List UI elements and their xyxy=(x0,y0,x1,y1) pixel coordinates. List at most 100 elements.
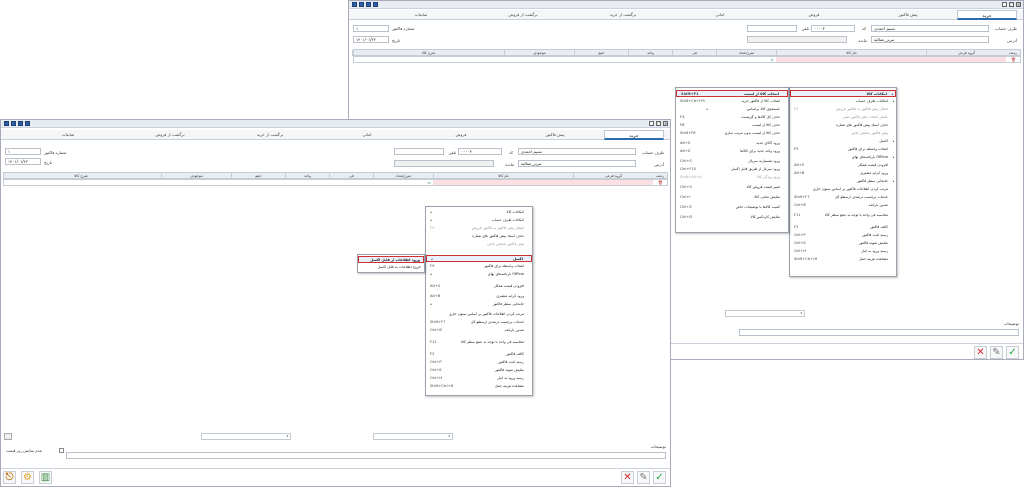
menu-item[interactable]: رسید ورود به انبار Ctrl+H xyxy=(426,375,532,382)
menu-item[interactable]: ورود گالای جدید Alt+S xyxy=(676,140,788,147)
table-row[interactable]: 🗑 ⇔ xyxy=(353,56,1021,63)
delete-row-icon[interactable]: 🗑 xyxy=(1011,57,1016,62)
menu-item[interactable]: محاسبه فی واحد با توجه به جمع سطر کالا F1… xyxy=(426,339,532,346)
menu-item[interactable]: محاسبه فی واحد با توجه به جمع سطر کالا F1… xyxy=(790,212,896,219)
dropdown[interactable]: ▾ xyxy=(201,433,291,440)
menu-item[interactable]: انتخاب واسطه برای فاکتور F9 xyxy=(426,263,532,270)
app-icon[interactable] xyxy=(11,121,16,126)
menu-item[interactable]: صدور بارنامه Ctrl+B xyxy=(426,327,532,334)
menu-item[interactable]: حذف اسناد پیش فاکتور های شناره xyxy=(790,122,896,129)
maximize-button[interactable]: □ xyxy=(1009,2,1014,7)
menu-item[interactable]: بارنامه‌های بهای Offline ◂ xyxy=(426,271,532,278)
close-button[interactable]: × xyxy=(1016,2,1021,7)
invoice-number-input[interactable]: ۱ xyxy=(5,148,41,155)
menu-item[interactable]: جابجایی سطر فاکتور ◂ xyxy=(790,178,896,185)
menu-item[interactable]: مرتب کردن اطلاعات فاکتور بر اساس ستون جا… xyxy=(426,311,532,318)
minimize-button[interactable]: _ xyxy=(649,121,654,126)
menu-item[interactable]: مشاهده هزینه حمل Shift+Ctrl+H xyxy=(790,256,896,263)
phone-input[interactable] xyxy=(747,25,797,32)
account-input[interactable]: نسیم احمدی xyxy=(518,148,636,155)
exit-icon[interactable]: ⎋ xyxy=(3,471,16,484)
app-icon[interactable] xyxy=(4,121,9,126)
tab-sale-return[interactable]: برگشت از فروش xyxy=(122,130,218,140)
menu-item[interactable]: جستجوی کالا براساس ◂ xyxy=(676,106,788,113)
link-icon[interactable]: ⇔ xyxy=(428,180,431,185)
confirm-button[interactable]: ✓ xyxy=(1006,346,1019,359)
delete-row-icon[interactable]: 🗑 xyxy=(658,180,663,185)
menu-item[interactable]: حذف کالا از لیست بدون مرتب سازی Shift+F8 xyxy=(676,130,788,137)
cancel-button[interactable]: ✕ xyxy=(621,471,634,484)
menu-item[interactable]: ورود شسیارنه سریال Ctrl+S xyxy=(676,158,788,165)
menu-item[interactable]: خدمات برچسب درصدی ارسطو کل Shift+F7 xyxy=(790,194,896,201)
tab-sale[interactable]: فروش xyxy=(769,10,859,20)
close-button[interactable]: × xyxy=(663,121,668,126)
menu-item[interactable]: نمایش نمونه فاکتور Ctrl+K xyxy=(790,240,896,247)
menu-item[interactable]: رسید ثابت فاکتور Ctrl+P xyxy=(426,359,532,366)
tab-purchase[interactable]: خرید xyxy=(604,130,664,140)
dropdown[interactable]: ▾ xyxy=(725,310,805,317)
menu-item[interactable]: کمیت کالاها با توضیحات خاص Ctrl+Z xyxy=(676,204,788,211)
tab-sale-return[interactable]: برگشت از فروش xyxy=(475,10,571,20)
menu-item[interactable]: امکانات طرف حساب ◂ xyxy=(790,98,896,105)
menu-item[interactable]: حذف کل کالاها و گزینست F4 xyxy=(676,114,788,121)
menu-item[interactable]: حذف اسناد پیش فاکتور های شناره xyxy=(426,233,532,240)
table-row[interactable]: 🗑 ⇔ xyxy=(3,179,668,186)
menu-item[interactable]: امکانات طرف حساب ◂ xyxy=(426,217,532,224)
tab-purchase-return[interactable]: برگشت از خرید xyxy=(575,10,671,20)
maximize-button[interactable]: □ xyxy=(656,121,661,126)
date-input[interactable]: ۱۴۰۱/۰۱/۲۲ xyxy=(353,36,389,43)
link-icon[interactable]: ⇔ xyxy=(771,57,774,62)
menu-item[interactable]: امکانات کالا ◂ xyxy=(426,209,532,216)
menu-item-import-excel[interactable]: ورود اطلاعات از فایل اکسل xyxy=(358,256,424,263)
tab-waste[interactable]: ضایعات xyxy=(18,130,118,140)
menu-item-goods[interactable]: امکانات کالا ◂ xyxy=(790,90,896,97)
app-icon[interactable] xyxy=(366,2,371,7)
gear-icon[interactable]: ⚙ xyxy=(21,471,34,484)
menu-item[interactable]: جابجایی سطر فاکتور ◂ xyxy=(426,301,532,308)
menu-item[interactable]: ورود سریال از طریق فایل اکسل Ctrl+F10 xyxy=(676,166,788,173)
app-icon[interactable] xyxy=(18,121,23,126)
tab-consignment[interactable]: امانی xyxy=(675,10,765,20)
menu-item[interactable]: رسید ثابت فاکتور Ctrl+P xyxy=(790,232,896,239)
menu-item[interactable]: رسید ورود به انبار Ctrl+H xyxy=(790,248,896,255)
address-input[interactable]: تبریز_عمالیه xyxy=(518,160,636,167)
tab-sale[interactable]: فروش xyxy=(416,130,506,140)
menu-item[interactable]: انتخاب واسطه برای فاکتور F9 xyxy=(790,146,896,153)
menu-item[interactable]: نمایش کاردکس کالا Ctrl+D xyxy=(676,214,788,221)
chart-icon[interactable]: ▥ xyxy=(39,471,52,484)
app-icon[interactable] xyxy=(373,2,378,7)
menu-item[interactable]: انتخاب کالا از فاکتور خرید Shift+Ctrl+F5 xyxy=(676,98,788,105)
menu-item[interactable]: تغییر قیمت فروش کالا Ctrl+G xyxy=(676,184,788,191)
tab-purchase-return[interactable]: برگشت از خرید xyxy=(222,130,318,140)
code-input[interactable]: ۰۰۰۰۳ xyxy=(458,148,502,155)
menu-item[interactable]: بارنامه‌های بهای Offline ◂ xyxy=(790,154,896,161)
menu-item[interactable]: ورود کرایه مشتری Alt+B xyxy=(426,293,532,300)
menu-item[interactable]: مشاهده هزینه حمل Shift+Ctrl+H xyxy=(426,383,532,390)
cancel-button[interactable]: ✕ xyxy=(974,346,987,359)
edit-button[interactable]: ✎ xyxy=(637,471,650,484)
tab-waste[interactable]: ضایعات xyxy=(371,10,471,20)
account-input[interactable]: نسیم احمدی xyxy=(871,25,989,32)
address-input[interactable]: تبریز_عمالیه xyxy=(871,36,989,43)
notes-input[interactable] xyxy=(66,452,666,459)
phone-input[interactable] xyxy=(394,148,444,155)
minimize-button[interactable]: _ xyxy=(1002,2,1007,7)
tab-proforma[interactable]: پیش فاکتور xyxy=(863,10,953,20)
menu-item[interactable]: ورود واحد جدید برای کالاها Alt+Z xyxy=(676,148,788,155)
menu-item-export-excel[interactable]: خروج اطلاعات به فایل اکسل xyxy=(358,264,424,271)
hide-price-checkbox[interactable] xyxy=(59,448,64,453)
menu-item[interactable]: افزودن قیمت همکار Alt+S xyxy=(790,162,896,169)
code-input[interactable]: ۰۰۰۰۳ xyxy=(811,25,855,32)
app-icon[interactable] xyxy=(25,121,30,126)
menu-item[interactable]: اکسل ◂ xyxy=(790,138,896,145)
menu-item[interactable]: صدور بارنامه Ctrl+B xyxy=(790,202,896,209)
date-input[interactable]: ۱۴۰۱/۰۱/۲۲ xyxy=(5,158,41,165)
menu-item-pick-from-list[interactable]: انتخاب کالا از لیست Shift+F1 xyxy=(676,90,788,97)
menu-item[interactable]: کالف فاکتور F2 xyxy=(790,224,896,231)
menu-item[interactable]: نمایش مانعی کالا Ctrl+I xyxy=(676,194,788,201)
menu-item[interactable]: کالف فاکتور F2 xyxy=(426,351,532,358)
menu-item[interactable]: نمایش نمونه فاکتور Ctrl+K xyxy=(426,367,532,374)
grid-settings-icon[interactable] xyxy=(4,433,12,440)
menu-item-excel[interactable]: اکسل ◂ xyxy=(426,255,532,262)
menu-item[interactable]: ورود کرایه مشتری Alt+B xyxy=(790,170,896,177)
